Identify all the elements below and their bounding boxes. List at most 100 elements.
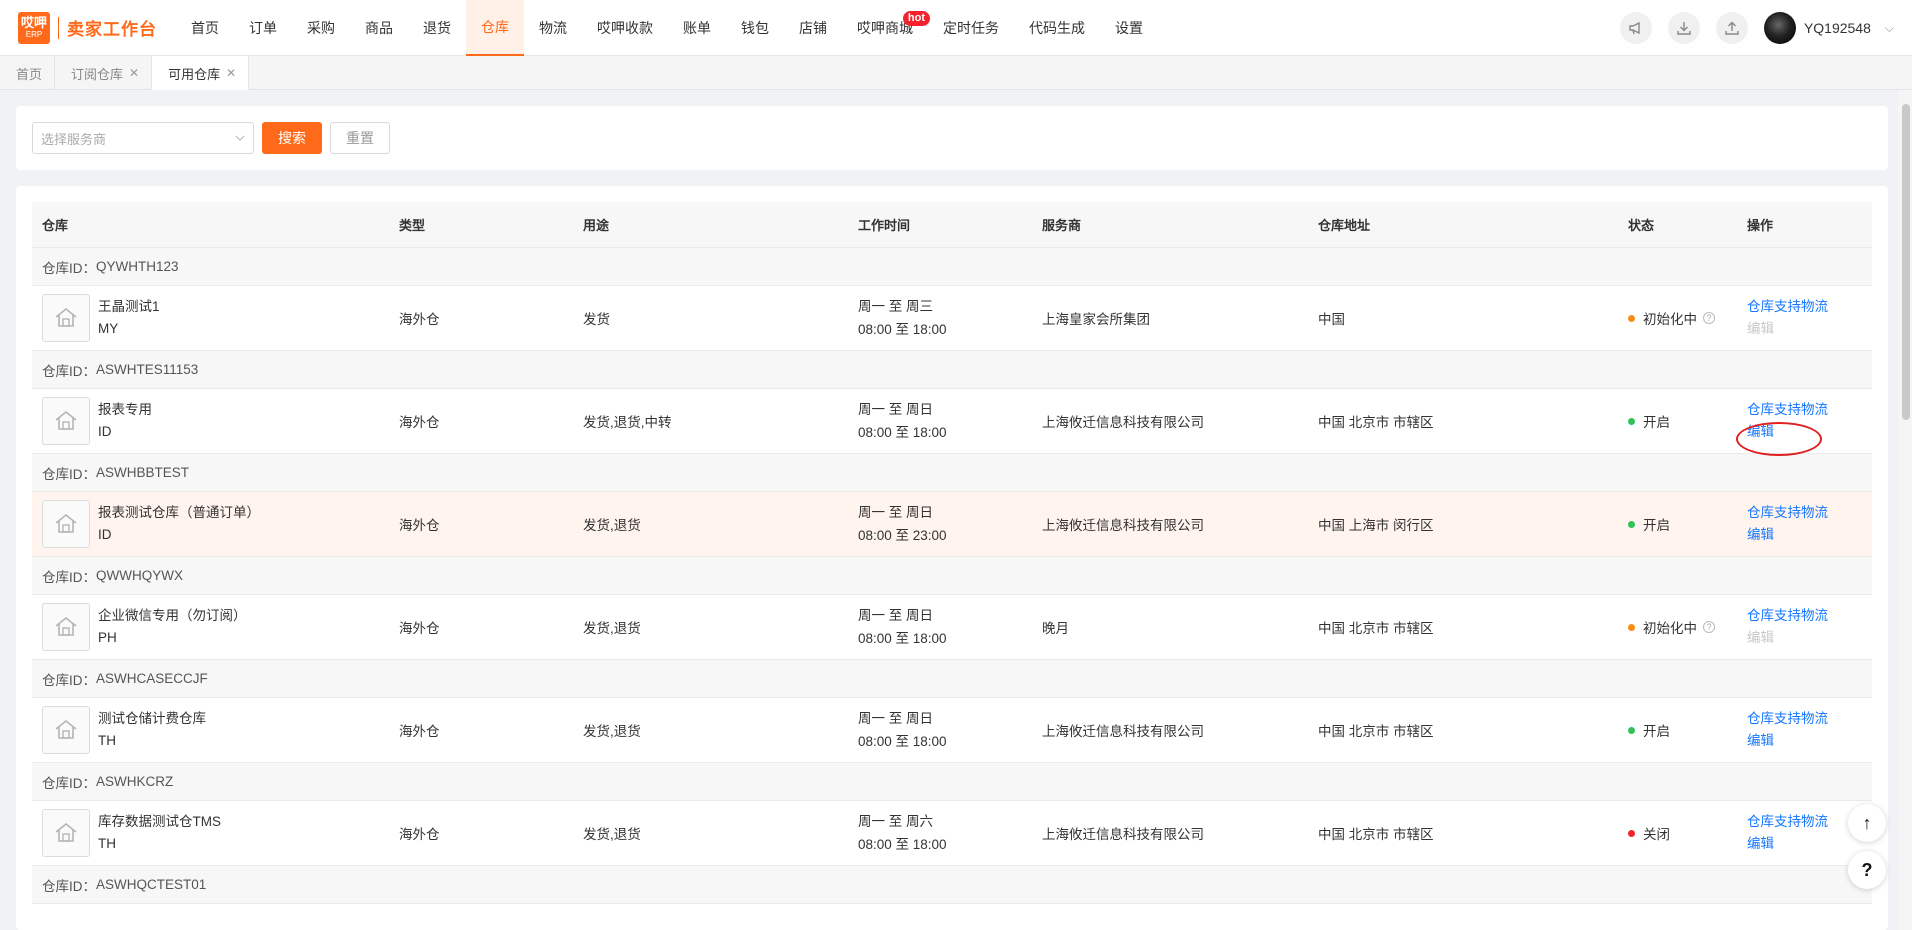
logo-mark: 哎呷 ERP [18, 11, 50, 44]
menu-item[interactable]: 首页 [176, 0, 234, 56]
support-logistics-link[interactable]: 仓库支持物流 [1747, 296, 1872, 318]
warehouse-info: 测试仓储计费仓库 TH [42, 706, 399, 754]
working-time: 08:00 至 18:00 [858, 734, 947, 749]
status-dot [1628, 417, 1635, 425]
brand-logo[interactable]: 哎呷 ERP 卖家工作台 [18, 11, 164, 44]
working-days: 周一 至 周三 [858, 299, 934, 314]
warehouse-address: 中国 北京市 市辖区 [1318, 724, 1434, 739]
page-tab[interactable]: 订阅仓库 ✕ [55, 56, 153, 90]
support-logistics-link[interactable]: 仓库支持物流 [1747, 502, 1872, 524]
app-title: 卖家工作台 [67, 20, 157, 39]
working-days: 周一 至 周日 [858, 608, 934, 623]
warehouse-id: QWWHQYWX [96, 568, 183, 583]
warehouse-usage: 发货,退货 [583, 518, 641, 533]
status-cell: 开启 [1628, 514, 1747, 534]
support-logistics-link[interactable]: 仓库支持物流 [1747, 399, 1872, 421]
warehouse-address: 中国 北京市 市辖区 [1318, 415, 1434, 430]
help-button[interactable]: ? [1848, 851, 1886, 889]
status-dot [1628, 520, 1635, 528]
working-days: 周一 至 周日 [858, 402, 934, 417]
service-provider: 上海攸迁信息科技有限公司 [1042, 724, 1204, 739]
warehouse-icon [42, 500, 90, 548]
warehouse-usage: 发货,退货,中转 [583, 415, 672, 430]
warehouse-id-row: 仓库ID： QYWHTH123 [32, 248, 1872, 286]
warehouse-icon [42, 706, 90, 754]
reset-button[interactable]: 重置 [330, 122, 390, 154]
status-text: 开启 [1643, 415, 1670, 430]
warehouse-id-prefix: 仓库ID： [42, 466, 96, 482]
working-hours: 周一 至 周日 08:00 至 18:00 [858, 398, 1042, 444]
page-scrollbar-thumb[interactable] [1902, 104, 1910, 420]
megaphone-icon [1629, 21, 1640, 35]
provider-select-placeholder: 选择服务商 [41, 131, 107, 147]
status-badge: 开启 [1628, 514, 1747, 534]
menu-item[interactable]: 哎呷商城 hot [842, 0, 930, 56]
warehouse-code: ID [98, 527, 112, 542]
download-button[interactable] [1667, 12, 1700, 44]
upload-button[interactable] [1715, 12, 1748, 44]
status-badge: 开启 [1628, 411, 1747, 431]
help-icon[interactable]: ? [1703, 621, 1715, 633]
menu-item[interactable]: 钱包 [726, 0, 784, 56]
warehouse-cell: 企业微信专用（勿订阅） PH [32, 603, 399, 651]
menu-item[interactable]: 代码生成 [1014, 0, 1100, 56]
menu-item[interactable]: 商品 [350, 0, 408, 56]
menu-item-label: 首页 [191, 19, 219, 36]
help-icon[interactable]: ? [1703, 312, 1715, 324]
status-text: 初始化中 [1643, 312, 1697, 327]
menu-item-label: 采购 [307, 19, 335, 36]
menu-item-label: 商品 [365, 19, 393, 36]
provider-select[interactable]: 选择服务商 [32, 122, 254, 154]
menu-item-label: 哎呷收款 [597, 19, 653, 36]
support-logistics-link[interactable]: 仓库支持物流 [1747, 708, 1872, 730]
menu-item[interactable]: 设置 [1100, 0, 1158, 56]
username[interactable]: YQ192548 [1804, 20, 1871, 36]
menu-item[interactable]: 账单 [668, 0, 726, 56]
menu-item[interactable]: 定时任务 [928, 0, 1014, 56]
warehouse-name-block: 测试仓储计费仓库 TH [98, 708, 206, 752]
menu-item[interactable]: 哎呷收款 [582, 0, 668, 56]
service-provider: 上海攸迁信息科技有限公司 [1042, 827, 1204, 842]
close-icon[interactable]: ✕ [226, 66, 236, 80]
announcement-button[interactable] [1619, 12, 1652, 44]
column-header: 类型 [399, 218, 426, 233]
status-cell: 开启 [1628, 720, 1747, 740]
service-provider: 上海攸迁信息科技有限公司 [1042, 415, 1204, 430]
warehouse-id-row: 仓库ID： ASWHKCRZ [32, 763, 1872, 801]
warehouse-name-block: 库存数据测试仓TMS TH [98, 811, 221, 855]
warehouse-cell: 报表专用 ID [32, 397, 399, 445]
warehouse-id-prefix: 仓库ID： [42, 878, 96, 894]
status-text: 开启 [1643, 518, 1670, 533]
operations-cell: 仓库支持物流 编辑 [1747, 399, 1872, 443]
working-time: 08:00 至 18:00 [858, 837, 947, 852]
search-button[interactable]: 搜索 [262, 122, 322, 154]
menu-item[interactable]: 物流 [524, 0, 582, 56]
chevron-down-icon[interactable]: ⌵ [1885, 21, 1894, 36]
back-to-top-button[interactable]: ↑ [1848, 804, 1886, 842]
menu-item[interactable]: 店铺 [784, 0, 842, 56]
warehouse-icon [42, 809, 90, 857]
working-hours: 周一 至 周六 08:00 至 18:00 [858, 810, 1042, 856]
warehouse-usage: 发货,退货 [583, 827, 641, 842]
avatar[interactable] [1763, 12, 1796, 44]
page-tab[interactable]: 首页 [0, 56, 56, 90]
warehouse-id: ASWHCASECCJF [96, 671, 208, 686]
column-header: 状态 [1628, 218, 1655, 233]
menu-item[interactable]: 退货 [408, 0, 466, 56]
close-icon[interactable]: ✕ [129, 66, 139, 80]
menu-item-label: 店铺 [799, 19, 827, 36]
edit-link[interactable]: 编辑 [1747, 730, 1872, 752]
page-tab[interactable]: 可用仓库 ✕ [152, 56, 250, 90]
support-logistics-link[interactable]: 仓库支持物流 [1747, 605, 1872, 627]
edit-link[interactable]: 编辑 [1747, 524, 1872, 546]
menu-item[interactable]: 仓库 [466, 0, 524, 56]
table-body: 仓库ID： QYWHTH123 王晶测试1 MY 海外仓 发货 周一 至 周三 08:00 至… [32, 248, 1872, 904]
menu-item[interactable]: 订单 [234, 0, 292, 56]
working-hours: 周一 至 周日 08:00 至 18:00 [858, 707, 1042, 753]
menu-item-label: 定时任务 [943, 19, 999, 36]
edit-link[interactable]: 编辑 [1747, 421, 1872, 443]
warehouse-name-block: 报表测试仓库（普通订单） ID [98, 502, 260, 546]
status-text: 关闭 [1643, 827, 1670, 842]
edit-link: 编辑 [1747, 630, 1774, 645]
menu-item[interactable]: 采购 [292, 0, 350, 56]
